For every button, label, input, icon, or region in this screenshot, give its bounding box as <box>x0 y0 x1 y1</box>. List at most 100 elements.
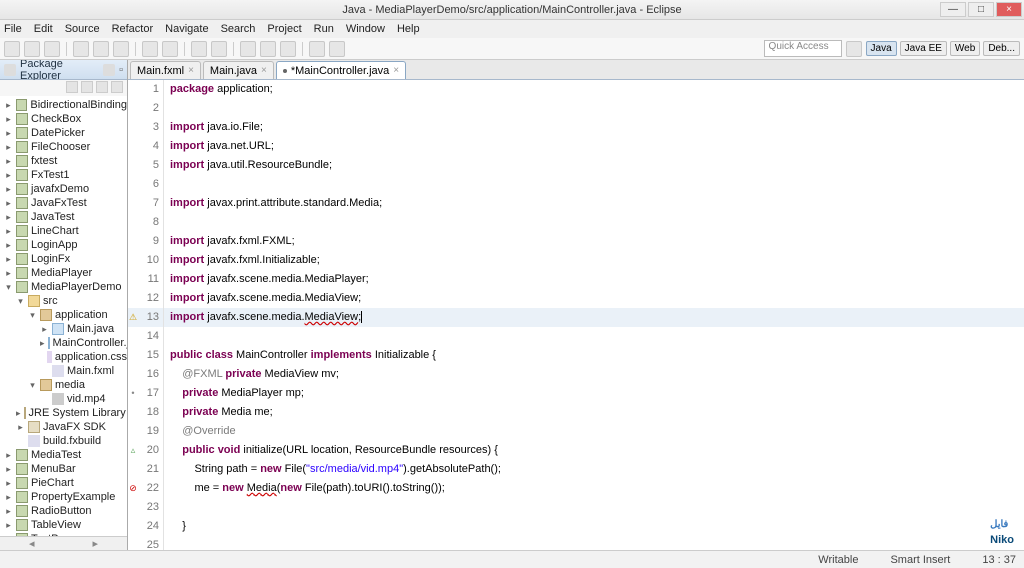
tree-item-datepicker[interactable]: ▸DatePicker <box>0 126 127 140</box>
code-line[interactable]: 10import javafx.fxml.Initializable; <box>128 251 1024 270</box>
tree-twistie-icon[interactable]: ▸ <box>40 324 49 335</box>
scroll-right-icon[interactable]: ▸ <box>64 537 128 550</box>
tree-twistie-icon[interactable]: ▾ <box>28 380 37 391</box>
tree-twistie-icon[interactable]: ▸ <box>4 212 13 223</box>
minimize-view-icon[interactable]: ▫ <box>119 64 123 76</box>
menu-search[interactable]: Search <box>221 23 256 35</box>
code-line[interactable]: 6 <box>128 175 1024 194</box>
code-line[interactable]: 16 @FXML private MediaView mv; <box>128 365 1024 384</box>
menu-navigate[interactable]: Navigate <box>165 23 208 35</box>
perspective-deb-[interactable]: Deb... <box>983 41 1020 56</box>
tree-item-build-fxbuild[interactable]: build.fxbuild <box>0 434 127 448</box>
tree-item-javatest[interactable]: ▸JavaTest <box>0 210 127 224</box>
code-line[interactable]: 24 } <box>128 517 1024 536</box>
tree-item-src[interactable]: ▾src <box>0 294 127 308</box>
new-class-button[interactable] <box>162 41 178 57</box>
code-line[interactable]: 19 @Override <box>128 422 1024 441</box>
tree-twistie-icon[interactable]: ▾ <box>16 296 25 307</box>
tree-item-main-fxml[interactable]: Main.fxml <box>0 364 127 378</box>
code-line[interactable]: 9import javafx.fxml.FXML; <box>128 232 1024 251</box>
tree-twistie-icon[interactable]: ▸ <box>4 240 13 251</box>
code-line[interactable]: 8 <box>128 213 1024 232</box>
search-button[interactable] <box>211 41 227 57</box>
code-line[interactable]: 3import java.io.File; <box>128 118 1024 137</box>
code-line[interactable]: 12import javafx.scene.media.MediaView; <box>128 289 1024 308</box>
tree-item-mediatest[interactable]: ▸MediaTest <box>0 448 127 462</box>
open-type-button[interactable] <box>191 41 207 57</box>
tab-main-fxml[interactable]: Main.fxml× <box>130 61 201 79</box>
tree-twistie-icon[interactable]: ▸ <box>4 184 13 195</box>
tree-item-jre-system-library-javase-1-8-[interactable]: ▸JRE System Library [JavaSE-1.8] <box>0 406 127 420</box>
tab-close-icon[interactable]: × <box>188 65 194 76</box>
tree-item-main-java[interactable]: ▸Main.java <box>0 322 127 336</box>
forward-button[interactable] <box>329 41 345 57</box>
focus-task-icon[interactable] <box>96 81 108 93</box>
tree-twistie-icon[interactable]: ▸ <box>4 198 13 209</box>
code-line[interactable]: 15public class MainController implements… <box>128 346 1024 365</box>
menu-help[interactable]: Help <box>397 23 420 35</box>
perspective-web[interactable]: Web <box>950 41 980 56</box>
code-line[interactable]: ⚠13import javafx.scene.media.MediaView; <box>128 308 1024 327</box>
code-line[interactable]: 14 <box>128 327 1024 346</box>
code-line[interactable]: 2 <box>128 99 1024 118</box>
code-line[interactable]: 1package application; <box>128 80 1024 99</box>
run-last-button[interactable] <box>113 41 129 57</box>
tree-twistie-icon[interactable]: ▸ <box>16 408 21 419</box>
minimize-button[interactable]: — <box>940 2 966 17</box>
tab-maincontroller-java[interactable]: *MainController.java× <box>276 61 406 79</box>
tree-twistie-icon[interactable]: ▸ <box>4 226 13 237</box>
code-line[interactable]: 18 private Media me; <box>128 403 1024 422</box>
debug-button[interactable] <box>73 41 89 57</box>
view-dropdown-icon[interactable] <box>111 81 123 93</box>
prev-annotation-button[interactable] <box>280 41 296 57</box>
maximize-button[interactable]: □ <box>968 2 994 17</box>
menu-source[interactable]: Source <box>65 23 100 35</box>
menu-refactor[interactable]: Refactor <box>112 23 154 35</box>
tab-main-java[interactable]: Main.java× <box>203 61 274 79</box>
tree-item-javafxtest[interactable]: ▸JavaFxTest <box>0 196 127 210</box>
perspective-java-ee[interactable]: Java EE <box>900 41 947 56</box>
quick-access-input[interactable]: Quick Access <box>764 40 842 57</box>
tree-twistie-icon[interactable]: ▸ <box>4 492 13 503</box>
tree-item-mediaplayerdemo[interactable]: ▾MediaPlayerDemo <box>0 280 127 294</box>
tab-close-icon[interactable]: × <box>261 65 267 76</box>
tree-twistie-icon[interactable]: ▸ <box>4 464 13 475</box>
code-line[interactable]: ▵20 public void initialize(URL location,… <box>128 441 1024 460</box>
close-button[interactable]: × <box>996 2 1022 17</box>
tree-item-javafx-sdk[interactable]: ▸JavaFX SDK <box>0 420 127 434</box>
tree-item-application[interactable]: ▾application <box>0 308 127 322</box>
perspective-java[interactable]: Java <box>866 41 897 56</box>
tree-twistie-icon[interactable]: ▸ <box>4 114 13 125</box>
back-button[interactable] <box>309 41 325 57</box>
tree-twistie-icon[interactable]: ▾ <box>28 310 37 321</box>
view-menu-icon[interactable] <box>103 64 115 76</box>
tree-twistie-icon[interactable]: ▸ <box>4 450 13 461</box>
menu-file[interactable]: File <box>4 23 22 35</box>
tree-item-tableview[interactable]: ▸TableView <box>0 518 127 532</box>
tree-item-loginfx[interactable]: ▸LoginFx <box>0 252 127 266</box>
open-perspective-button[interactable] <box>846 41 862 57</box>
project-tree[interactable]: ▸BidirectionalBinding▸CheckBox▸DatePicke… <box>0 96 127 536</box>
link-editor-icon[interactable] <box>81 81 93 93</box>
tree-item-loginapp[interactable]: ▸LoginApp <box>0 238 127 252</box>
tree-item-vid-mp4[interactable]: vid.mp4 <box>0 392 127 406</box>
tree-twistie-icon[interactable]: ▸ <box>4 506 13 517</box>
tree-twistie-icon[interactable]: ▸ <box>4 170 13 181</box>
code-line[interactable]: 21 String path = new File("src/media/vid… <box>128 460 1024 479</box>
code-line[interactable]: 5import java.util.ResourceBundle; <box>128 156 1024 175</box>
tree-twistie-icon[interactable]: ▸ <box>4 156 13 167</box>
tree-item-bidirectionalbinding[interactable]: ▸BidirectionalBinding <box>0 98 127 112</box>
tree-twistie-icon[interactable]: ▸ <box>4 100 13 111</box>
tree-twistie-icon[interactable]: ▸ <box>4 520 13 531</box>
tree-twistie-icon[interactable]: ▸ <box>16 422 25 433</box>
code-line[interactable]: 23 <box>128 498 1024 517</box>
collapse-all-icon[interactable] <box>66 81 78 93</box>
tree-item-javafxdemo[interactable]: ▸javafxDemo <box>0 182 127 196</box>
tree-twistie-icon[interactable]: ▾ <box>4 282 13 293</box>
new-package-button[interactable] <box>142 41 158 57</box>
menu-window[interactable]: Window <box>346 23 385 35</box>
menu-edit[interactable]: Edit <box>34 23 53 35</box>
tree-twistie-icon[interactable]: ▸ <box>4 254 13 265</box>
tree-item-piechart[interactable]: ▸PieChart <box>0 476 127 490</box>
tree-twistie-icon[interactable]: ▸ <box>4 128 13 139</box>
